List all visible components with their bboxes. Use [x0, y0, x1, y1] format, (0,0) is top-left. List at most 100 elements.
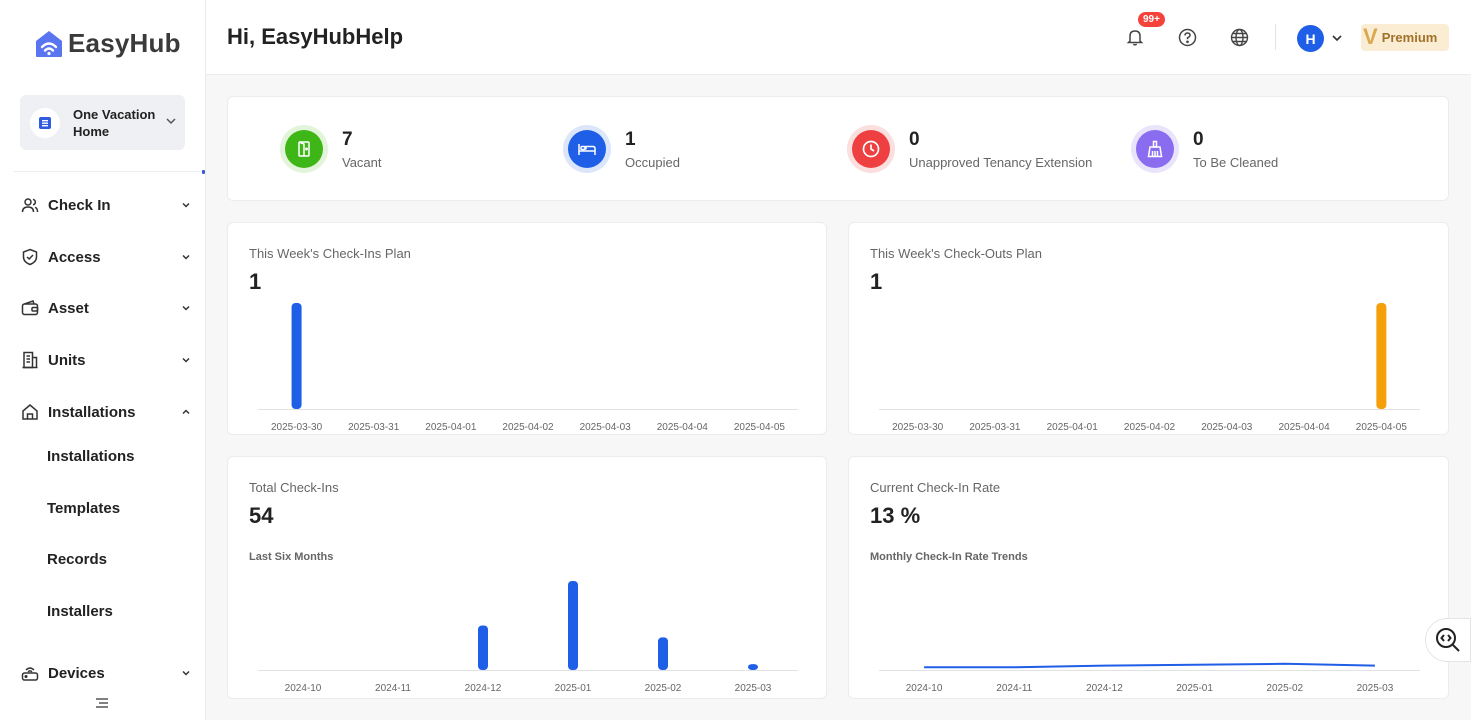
scroll-indicator	[202, 170, 205, 174]
installation-icon	[20, 402, 40, 422]
floating-inspect-button[interactable]	[1425, 618, 1471, 662]
x-tick-label: 2025-04-01	[425, 422, 477, 433]
x-tick-label: 2025-03-30	[271, 422, 323, 433]
stat-label: Unapproved Tenancy Extension	[909, 155, 1093, 170]
premium-badge[interactable]: V Premium	[1361, 24, 1449, 51]
x-tick-label: 2024-12	[465, 683, 502, 694]
chevron-down-icon	[182, 357, 190, 363]
premium-mark: V	[1363, 23, 1378, 49]
x-tick-label: 2024-11	[375, 683, 411, 694]
stat-occupied[interactable]: 1 Occupied	[563, 125, 680, 173]
x-tick-label: 2025-01	[1176, 683, 1213, 694]
globe-icon	[1230, 28, 1248, 46]
notification-count-badge: 99+	[1137, 11, 1166, 28]
help-button[interactable]	[1176, 26, 1198, 48]
submenu-item-installations[interactable]: Installations	[47, 448, 135, 465]
bar	[658, 637, 668, 670]
page-greeting: Hi, EasyHubHelp	[227, 24, 404, 49]
x-tick-label: 2024-12	[1086, 683, 1123, 694]
series-line	[924, 662, 1375, 669]
x-tick-label: 2025-04-05	[734, 422, 786, 433]
collapse-sidebar-icon[interactable]	[95, 697, 109, 709]
submenu-item-installers[interactable]: Installers	[47, 603, 113, 620]
x-tick-label: 2025-04-05	[1356, 422, 1408, 433]
language-button[interactable]	[1228, 26, 1250, 48]
app-name: EasyHub	[68, 28, 181, 58]
stat-unapproved-extension[interactable]: 0 Unapproved Tenancy Extension	[847, 125, 1092, 173]
stat-icon-ring	[280, 125, 328, 173]
header-divider	[1275, 24, 1276, 50]
chevron-down-icon	[182, 202, 190, 208]
chevron-down-icon	[166, 118, 176, 125]
door-icon	[285, 130, 323, 168]
chevron-down-icon[interactable]	[1331, 32, 1343, 44]
x-tick-label: 2024-10	[906, 683, 943, 694]
property-selector[interactable]: One Vacation Home	[20, 95, 185, 150]
stat-icon-ring	[563, 125, 611, 173]
x-tick-label: 2025-04-03	[1201, 422, 1253, 433]
total-checkins-card: Total Check-Ins 54 Last Six Months 2024-…	[227, 456, 827, 699]
magnifier-code-icon	[1436, 628, 1460, 652]
chevron-down-icon	[182, 254, 190, 260]
sidebar-item-label: Access	[48, 248, 101, 266]
premium-label: Premium	[1381, 30, 1438, 45]
users-icon	[20, 195, 40, 215]
x-tick-label: 2025-03	[735, 683, 772, 694]
sidebar-item-label: Units	[48, 351, 86, 369]
sidebar-item-label: Check In	[48, 196, 111, 214]
stat-icon-ring	[847, 125, 895, 173]
app-logo[interactable]: EasyHub	[34, 28, 181, 59]
bar	[568, 581, 578, 670]
sidebar-item-units[interactable]: Units	[0, 340, 206, 380]
user-avatar[interactable]: H	[1297, 25, 1324, 52]
bar	[1376, 303, 1387, 409]
x-tick-label: 2025-03	[1357, 683, 1394, 694]
sidebar-item-label: Devices	[48, 664, 105, 682]
sidebar-divider	[14, 171, 204, 172]
submenu-item-templates[interactable]: Templates	[47, 500, 120, 517]
shield-icon	[20, 247, 40, 267]
building-icon	[20, 350, 40, 370]
sidebar-item-label: Installations	[48, 403, 136, 421]
stat-vacant[interactable]: 7 Vacant	[280, 125, 382, 173]
total-checkins-chart: 2024-10 2024-11 2024-12 2025-01 2025-02 2025-…	[258, 581, 798, 694]
checkouts-week-card: This Week's Check-Outs Plan 1 2025-03-30…	[848, 222, 1449, 435]
sidebar-item-asset[interactable]: Asset	[0, 288, 206, 328]
stat-to-be-cleaned[interactable]: 0 To Be Cleaned	[1131, 125, 1278, 173]
bar	[291, 303, 302, 409]
x-tick-label: 2025-03-31	[348, 422, 400, 433]
x-tick-label: 2025-02	[645, 683, 682, 694]
notifications-button[interactable]	[1124, 26, 1146, 48]
x-tick-label: 2025-04-03	[580, 422, 632, 433]
stat-value: 7	[342, 129, 353, 150]
x-tick-label: 2025-04-02	[502, 422, 554, 433]
chevron-down-icon	[182, 670, 190, 676]
stat-value: 1	[625, 129, 636, 150]
top-header: Hi, EasyHubHelp 99+ H V Premium	[206, 0, 1471, 75]
router-icon	[20, 663, 40, 683]
x-tick-label: 2025-01	[555, 683, 592, 694]
x-tick-label: 2025-04-04	[1278, 422, 1330, 433]
clock-icon	[852, 130, 890, 168]
sidebar: EasyHub One Vacation Home Check In Acces…	[0, 0, 206, 720]
stat-value: 0	[1193, 129, 1204, 150]
x-tick-label: 2025-04-01	[1047, 422, 1099, 433]
logo-house-icon	[36, 30, 62, 57]
bed-icon	[568, 130, 606, 168]
sidebar-item-devices[interactable]: Devices	[0, 653, 206, 693]
sidebar-item-installations[interactable]: Installations	[0, 392, 206, 432]
stat-icon-ring	[1131, 125, 1179, 173]
sidebar-item-access[interactable]: Access	[0, 237, 206, 277]
submenu-item-records[interactable]: Records	[47, 551, 107, 568]
stat-label: Occupied	[625, 155, 680, 170]
x-tick-label: 2024-11	[996, 683, 1032, 694]
bar	[748, 664, 758, 670]
x-tick-label: 2025-04-02	[1124, 422, 1176, 433]
checkin-rate-chart: 2024-10 2024-11 2024-12 2025-01 2025-02 2025-…	[879, 662, 1420, 694]
x-tick-label: 2025-03-30	[892, 422, 944, 433]
checkins-week-chart: 2025-03-30 2025-03-31 2025-04-01 2025-04-02…	[258, 303, 798, 433]
broom-icon	[1136, 130, 1174, 168]
stat-label: Vacant	[342, 155, 382, 170]
sidebar-item-check-in[interactable]: Check In	[0, 185, 206, 225]
stat-value: 0	[909, 129, 920, 150]
